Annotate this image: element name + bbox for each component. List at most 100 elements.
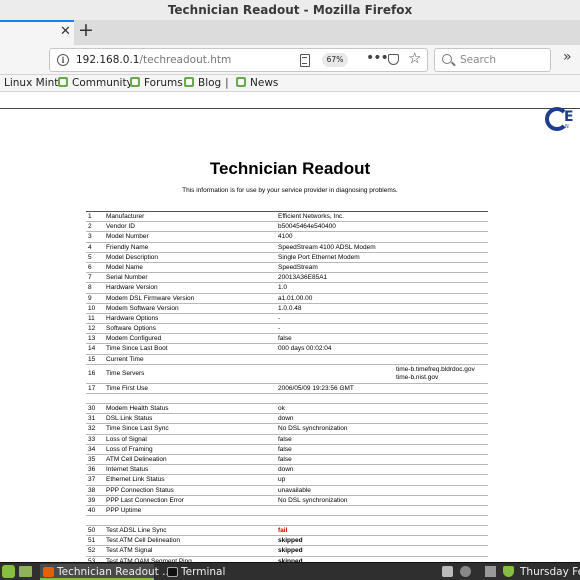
- table-row: 17 Time First Use 2006/05/09 19:23:56 GMT: [86, 382, 488, 393]
- table-row: 11 Hardware Options -: [86, 312, 488, 323]
- row-label: Vendor ID: [106, 223, 135, 231]
- taskbar-firefox[interactable]: Technician Readout ...: [40, 564, 172, 580]
- row-value: skipped: [278, 537, 303, 545]
- table-row: 33 Loss of Signal false: [86, 433, 488, 444]
- row-number: 4: [88, 243, 92, 251]
- bookmark-icon: [58, 77, 68, 87]
- table-row: 7 Serial Number 20013A36E85A1: [86, 272, 488, 282]
- pocket-icon[interactable]: [388, 54, 399, 65]
- table-row: 9 Modem DSL Firmware Version a1.01.00.00: [86, 292, 488, 303]
- table-row: 12 Software Options -: [86, 323, 488, 333]
- row-value: a1.01.00.00: [278, 294, 313, 302]
- page-header: [0, 93, 580, 108]
- taskbar-terminal[interactable]: Terminal: [164, 564, 244, 580]
- url-bar[interactable]: i 192.168.0.1/techreadout.htm 67% ••• ☆: [49, 48, 428, 72]
- tab-strip: ✕ +: [0, 19, 580, 45]
- overflow-menu-icon[interactable]: »: [563, 49, 572, 65]
- bookmark-icon: [184, 77, 194, 87]
- row-number: 6: [88, 263, 92, 271]
- table-row: 38 PPP Connection Status unavailable: [86, 484, 488, 495]
- row-label: Current Time: [106, 355, 144, 363]
- row-number: 32: [88, 425, 96, 433]
- bookmark-icon: [236, 77, 246, 87]
- row-label: Model Name: [106, 263, 143, 271]
- table-row: 1 Manufacturer Efficient Networks, Inc.: [86, 211, 488, 221]
- new-tab-button[interactable]: +: [78, 19, 94, 41]
- row-number: 40: [88, 506, 96, 514]
- row-number: 14: [88, 345, 96, 353]
- tab-close-icon[interactable]: ✕: [60, 24, 71, 39]
- readout-table: 1 Manufacturer Efficient Networks, Inc. 2 Ve…: [86, 211, 488, 562]
- page-actions-icon[interactable]: •••: [366, 50, 389, 66]
- row-value: false: [278, 435, 292, 443]
- row-value: down: [278, 415, 294, 423]
- bookmark-blog[interactable]: Blog: [184, 77, 221, 89]
- shield-icon[interactable]: [503, 566, 514, 577]
- row-label: Ethernet Link Status: [106, 476, 165, 484]
- clock[interactable]: Thursday Feb: [520, 564, 580, 580]
- zoom-level-badge[interactable]: 67%: [322, 53, 348, 67]
- row-value: false: [278, 455, 292, 463]
- table-row: 15 Current Time: [86, 353, 488, 364]
- network-icon[interactable]: [442, 566, 453, 577]
- volume-icon[interactable]: [485, 566, 496, 577]
- table-row: 40 PPP Uptime: [86, 504, 488, 515]
- reader-view-icon[interactable]: [300, 54, 310, 67]
- row-number: 13: [88, 335, 96, 343]
- taskbar: Technician Readout ... Terminal Thursday…: [0, 562, 580, 580]
- bookmark-forums[interactable]: Forums: [130, 77, 183, 89]
- row-value: ok: [278, 405, 285, 412]
- window-title: Technician Readout - Mozilla Firefox: [167, 3, 413, 17]
- search-input[interactable]: Search: [460, 54, 496, 66]
- row-label: Time Servers: [106, 369, 145, 377]
- tab-techreadout[interactable]: ✕: [0, 20, 74, 45]
- files-icon[interactable]: [19, 566, 32, 577]
- url-text[interactable]: 192.168.0.1/techreadout.htm: [76, 54, 231, 66]
- table-row: 2 Vendor ID b50045464e540400: [86, 221, 488, 231]
- bookmark-label: Forums: [144, 77, 183, 89]
- row-label: Serial Number: [106, 274, 148, 282]
- row-value: 20013A36E85A1: [278, 274, 328, 282]
- row-label: Modem Software Version: [106, 304, 179, 312]
- url-path: /techreadout.htm: [139, 54, 232, 66]
- page-content: E N Technician Readout This information …: [0, 93, 580, 562]
- row-label: Loss of Framing: [106, 445, 153, 453]
- row-number: 34: [88, 445, 96, 453]
- update-icon[interactable]: [460, 566, 471, 577]
- bookmark-linux-mint[interactable]: Linux Mint: [4, 77, 58, 89]
- table-row: 30 Modem Health Status ok: [86, 403, 488, 413]
- row-label: ATM Cell Delineation: [106, 455, 167, 463]
- header-divider: [0, 108, 580, 109]
- row-value: 4100: [278, 233, 293, 241]
- mint-menu-icon[interactable]: [2, 565, 15, 578]
- bookmark-star-icon[interactable]: ☆: [408, 49, 421, 67]
- table-row: 10 Modem Software Version 1.0.0.48: [86, 302, 488, 313]
- row-value: -: [278, 325, 281, 333]
- row-number: 15: [88, 355, 96, 363]
- bookmark-community[interactable]: Community: [58, 77, 133, 89]
- row-number: 5: [88, 253, 92, 261]
- row-value: No DSL synchronization: [278, 425, 348, 433]
- table-row: 36 Internet Status down: [86, 464, 488, 474]
- row-number: 36: [88, 466, 96, 474]
- row-number: 52: [88, 547, 96, 555]
- table-row: 14 Time Since Last Boot 000 days 00:02:04: [86, 343, 488, 353]
- row-label: Test ATM Signal: [106, 547, 153, 555]
- table-row: 13 Modem Configured false: [86, 333, 488, 343]
- row-label: Hardware Options: [106, 314, 159, 322]
- row-label: Test ADSL Line Sync: [106, 527, 167, 535]
- row-label: Modem DSL Firmware Version: [106, 294, 195, 302]
- row-number: 38: [88, 486, 96, 494]
- url-host: 192.168.0.1: [76, 54, 140, 66]
- bookmark-news[interactable]: News: [236, 77, 278, 89]
- bookmark-separator: |: [225, 76, 229, 89]
- row-value: Single Port Ethernet Modem: [278, 253, 360, 261]
- row-number: 33: [88, 435, 96, 443]
- row-label: Modem Configured: [106, 335, 162, 343]
- table-row: 51 Test ATM Cell Delineation skipped: [86, 535, 488, 545]
- search-bar[interactable]: Search: [434, 48, 551, 72]
- table-row: 3 Model Number 4100: [86, 231, 488, 241]
- site-info-icon[interactable]: i: [57, 54, 69, 66]
- bookmarks-toolbar: Linux Mint Community Forums Blog | News: [0, 75, 580, 92]
- row-number: 3: [88, 233, 92, 241]
